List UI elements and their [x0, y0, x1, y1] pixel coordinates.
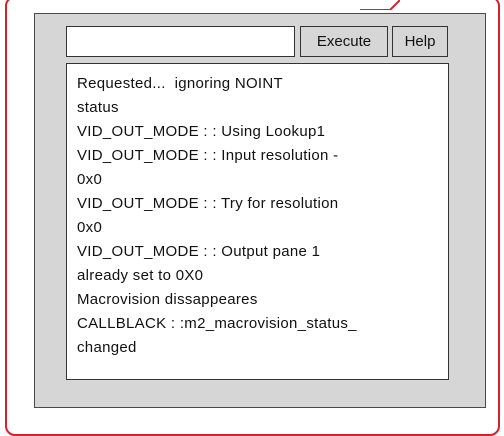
- output-line: status: [77, 99, 119, 116]
- output-line: VID_OUT_MODE : : Using Lookup1: [77, 123, 326, 140]
- output-line: already set to 0X0: [77, 267, 204, 284]
- output-line: Macrovision dissappeares: [77, 291, 258, 308]
- output-line: changed: [77, 339, 137, 356]
- output-line: CALLBLACK : :m2_macrovision_status_: [77, 315, 357, 332]
- help-button[interactable]: Help: [392, 26, 448, 57]
- output-line: VID_OUT_MODE : : Input resolution -: [77, 147, 339, 164]
- output-line: 0x0: [77, 171, 103, 188]
- console-window: Execute Help Requested... ignoring NOINT…: [34, 13, 486, 408]
- output-line: 0x0: [77, 219, 103, 236]
- output-pane[interactable]: Requested... ignoring NOINT status VID_O…: [66, 63, 449, 380]
- execute-button[interactable]: Execute: [300, 26, 388, 57]
- output-line: VID_OUT_MODE : : Try for resolution: [77, 195, 339, 212]
- output-line: Requested... ignoring NOINT: [77, 75, 283, 92]
- output-line: VID_OUT_MODE : : Output pane 1: [77, 243, 321, 260]
- command-input[interactable]: [66, 26, 295, 57]
